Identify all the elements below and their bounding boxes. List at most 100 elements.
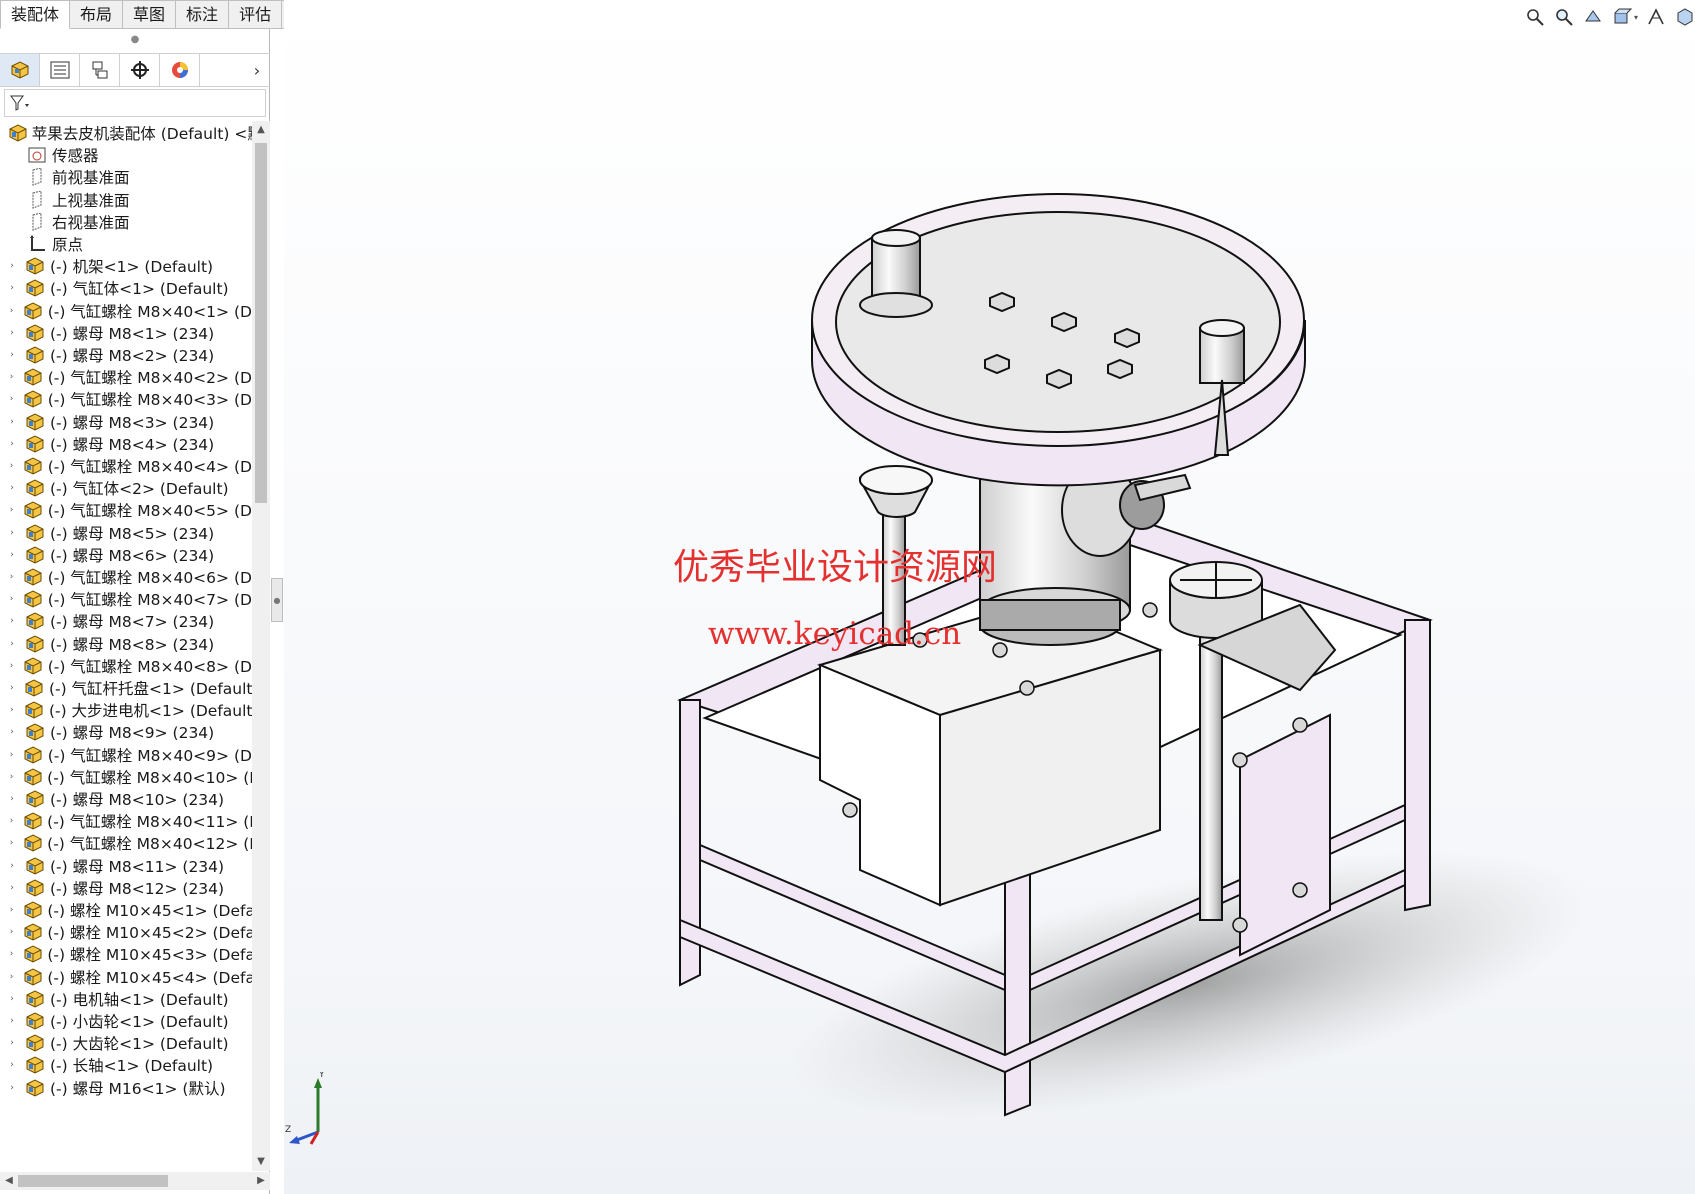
tree-vertical-scrollbar[interactable]: ▲ ▼	[252, 121, 270, 1171]
tab-configuration-manager[interactable]	[80, 54, 120, 86]
tree-item[interactable]: › (-) 气缸体<1> (Default)	[0, 276, 252, 300]
tab-3[interactable]: 标注	[176, 0, 230, 29]
tree-item[interactable]: › (-) 螺母 M8<8> (234)	[0, 632, 252, 656]
expand-arrow-icon[interactable]: ›	[6, 949, 17, 959]
tree-item[interactable]: › (-) 大步进电机<1> (Default)	[0, 698, 252, 722]
tree-item[interactable]: 前视基准面	[0, 165, 252, 189]
expand-arrow-icon[interactable]: ›	[6, 328, 18, 338]
tree-item[interactable]: › (-) 螺栓 M10×45<2> (Defaul	[0, 920, 252, 944]
tree-item[interactable]: › (-) 气缸杆托盘<1> (Default)	[0, 676, 252, 700]
tree-item[interactable]: 传感器	[0, 143, 252, 167]
tab-property-manager[interactable]	[40, 54, 80, 86]
expand-arrow-icon[interactable]: ›	[6, 905, 17, 915]
tree-item[interactable]: › (-) 气缸螺栓 M8×40<2> (Def	[0, 365, 252, 389]
scroll-thumb[interactable]	[255, 143, 267, 503]
tree-item[interactable]: › (-) 气缸螺栓 M8×40<12> (De	[0, 831, 252, 855]
tree-item[interactable]: › (-) 气缸螺栓 M8×40<1> (Def	[0, 299, 252, 323]
tree-item[interactable]: › (-) 螺母 M8<11> (234)	[0, 854, 252, 878]
scroll-right-arrow-icon[interactable]: ▶	[252, 1172, 270, 1190]
tab-2[interactable]: 草图	[123, 0, 177, 29]
expand-arrow-icon[interactable]: ›	[6, 927, 17, 937]
tree-item[interactable]: › (-) 电机轴<1> (Default)	[0, 987, 252, 1011]
expand-arrow-icon[interactable]: ›	[6, 1060, 18, 1070]
expand-arrow-icon[interactable]: ›	[6, 372, 17, 382]
tree-item[interactable]: › (-) 螺母 M16<1> (默认)	[0, 1076, 252, 1100]
tree-item[interactable]: › (-) 螺母 M8<2> (234)	[0, 343, 252, 367]
expand-arrow-icon[interactable]: ›	[6, 816, 17, 826]
tree-item[interactable]: › (-) 螺母 M8<7> (234)	[0, 609, 252, 633]
expand-arrow-icon[interactable]: ›	[6, 483, 18, 493]
expand-arrow-icon[interactable]: ›	[6, 661, 17, 671]
expand-arrow-icon[interactable]: ›	[6, 306, 17, 316]
expand-arrow-icon[interactable]: ›	[6, 1083, 18, 1093]
tree-item[interactable]: › (-) 气缸螺栓 M8×40<6> (Def	[0, 565, 252, 589]
expand-arrow-icon[interactable]: ›	[6, 772, 17, 782]
tree-item[interactable]: › (-) 螺母 M8<1> (234)	[0, 321, 252, 345]
tree-item[interactable]: › (-) 螺栓 M10×45<3> (Defaul	[0, 942, 252, 966]
tree-filter[interactable]	[4, 89, 266, 117]
tab-4[interactable]: 评估	[229, 0, 283, 29]
expand-arrow-icon[interactable]: ›	[6, 417, 18, 427]
tab-feature-manager[interactable]	[0, 54, 40, 86]
tree-item[interactable]: › (-) 大齿轮<1> (Default)	[0, 1031, 252, 1055]
expand-arrow-icon[interactable]: ›	[6, 705, 18, 715]
tree-item[interactable]: › (-) 螺母 M8<5> (234)	[0, 521, 252, 545]
expand-arrow-icon[interactable]: ›	[6, 972, 17, 982]
expand-arrow-icon[interactable]: ›	[6, 572, 17, 582]
tree-item[interactable]: › (-) 气缸螺栓 M8×40<11> (De	[0, 809, 252, 833]
hscroll-thumb[interactable]	[18, 1175, 168, 1187]
scroll-left-arrow-icon[interactable]: ◀	[0, 1172, 18, 1190]
expand-arrow-icon[interactable]: ›	[6, 727, 18, 737]
expand-arrow-icon[interactable]: ›	[6, 394, 17, 404]
tab-dimxpert[interactable]	[120, 54, 160, 86]
expand-arrow-icon[interactable]: ›	[6, 550, 18, 560]
tree-item[interactable]: 右视基准面	[0, 210, 252, 234]
expand-arrow-icon[interactable]: ›	[6, 861, 18, 871]
scroll-up-arrow-icon[interactable]: ▲	[252, 121, 270, 139]
tree-item[interactable]: › (-) 气缸螺栓 M8×40<9> (Def	[0, 743, 252, 767]
tree-item[interactable]: › (-) 螺母 M8<4> (234)	[0, 432, 252, 456]
tree-item[interactable]: › (-) 小齿轮<1> (Default)	[0, 1009, 252, 1033]
tree-item[interactable]: 苹果去皮机装配体 (Default) <默认	[0, 121, 252, 145]
tree-item[interactable]: › (-) 螺母 M8<6> (234)	[0, 543, 252, 567]
panel-tabs-more-button[interactable]: ›	[244, 54, 270, 86]
scroll-down-arrow-icon[interactable]: ▼	[252, 1153, 270, 1171]
expand-arrow-icon[interactable]: ›	[6, 461, 17, 471]
tab-0[interactable]: 装配体	[0, 0, 71, 29]
tree-item[interactable]: › (-) 螺母 M8<3> (234)	[0, 410, 252, 434]
expand-arrow-icon[interactable]: ›	[6, 528, 18, 538]
tree-item[interactable]: › (-) 气缸螺栓 M8×40<7> (Def	[0, 587, 252, 611]
expand-arrow-icon[interactable]: ›	[6, 439, 18, 449]
tree-item[interactable]: › (-) 螺母 M8<10> (234)	[0, 787, 252, 811]
tree-item[interactable]: › (-) 气缸螺栓 M8×40<10> (De	[0, 765, 252, 789]
panel-collapse-handle[interactable]: ●	[271, 578, 283, 622]
expand-arrow-icon[interactable]: ›	[6, 261, 18, 271]
tree-item[interactable]: › (-) 气缸体<2> (Default)	[0, 476, 252, 500]
expand-arrow-icon[interactable]: ›	[6, 683, 18, 693]
tree-item[interactable]: › (-) 长轴<1> (Default)	[0, 1053, 252, 1077]
tree-item[interactable]: › (-) 螺母 M8<9> (234)	[0, 720, 252, 744]
expand-arrow-icon[interactable]: ›	[6, 639, 18, 649]
expand-arrow-icon[interactable]: ›	[6, 883, 18, 893]
tree-item[interactable]: 原点	[0, 232, 252, 256]
tree-item[interactable]: › (-) 气缸螺栓 M8×40<4> (Def	[0, 454, 252, 478]
expand-arrow-icon[interactable]: ›	[6, 750, 17, 760]
expand-arrow-icon[interactable]: ›	[6, 350, 18, 360]
expand-arrow-icon[interactable]: ›	[6, 838, 17, 848]
tree-item[interactable]: › (-) 螺母 M8<12> (234)	[0, 876, 252, 900]
tree-item[interactable]: › (-) 气缸螺栓 M8×40<5> (Def	[0, 498, 252, 522]
expand-arrow-icon[interactable]: ›	[6, 616, 18, 626]
expand-arrow-icon[interactable]: ›	[6, 794, 18, 804]
panel-grip[interactable]: ●	[0, 29, 270, 51]
expand-arrow-icon[interactable]: ›	[6, 1038, 18, 1048]
tree-horizontal-scrollbar[interactable]: ◀ ▶	[0, 1172, 270, 1190]
tab-1[interactable]: 布局	[70, 0, 124, 29]
tree-item[interactable]: 上视基准面	[0, 188, 252, 212]
tree-item[interactable]: › (-) 机架<1> (Default)	[0, 254, 252, 278]
expand-arrow-icon[interactable]: ›	[6, 283, 18, 293]
expand-arrow-icon[interactable]: ›	[6, 594, 17, 604]
expand-arrow-icon[interactable]: ›	[6, 994, 18, 1004]
tree-item[interactable]: › (-) 气缸螺栓 M8×40<3> (Def	[0, 387, 252, 411]
tree-item[interactable]: › (-) 螺栓 M10×45<4> (Defaul	[0, 965, 252, 989]
expand-arrow-icon[interactable]: ›	[6, 1016, 18, 1026]
